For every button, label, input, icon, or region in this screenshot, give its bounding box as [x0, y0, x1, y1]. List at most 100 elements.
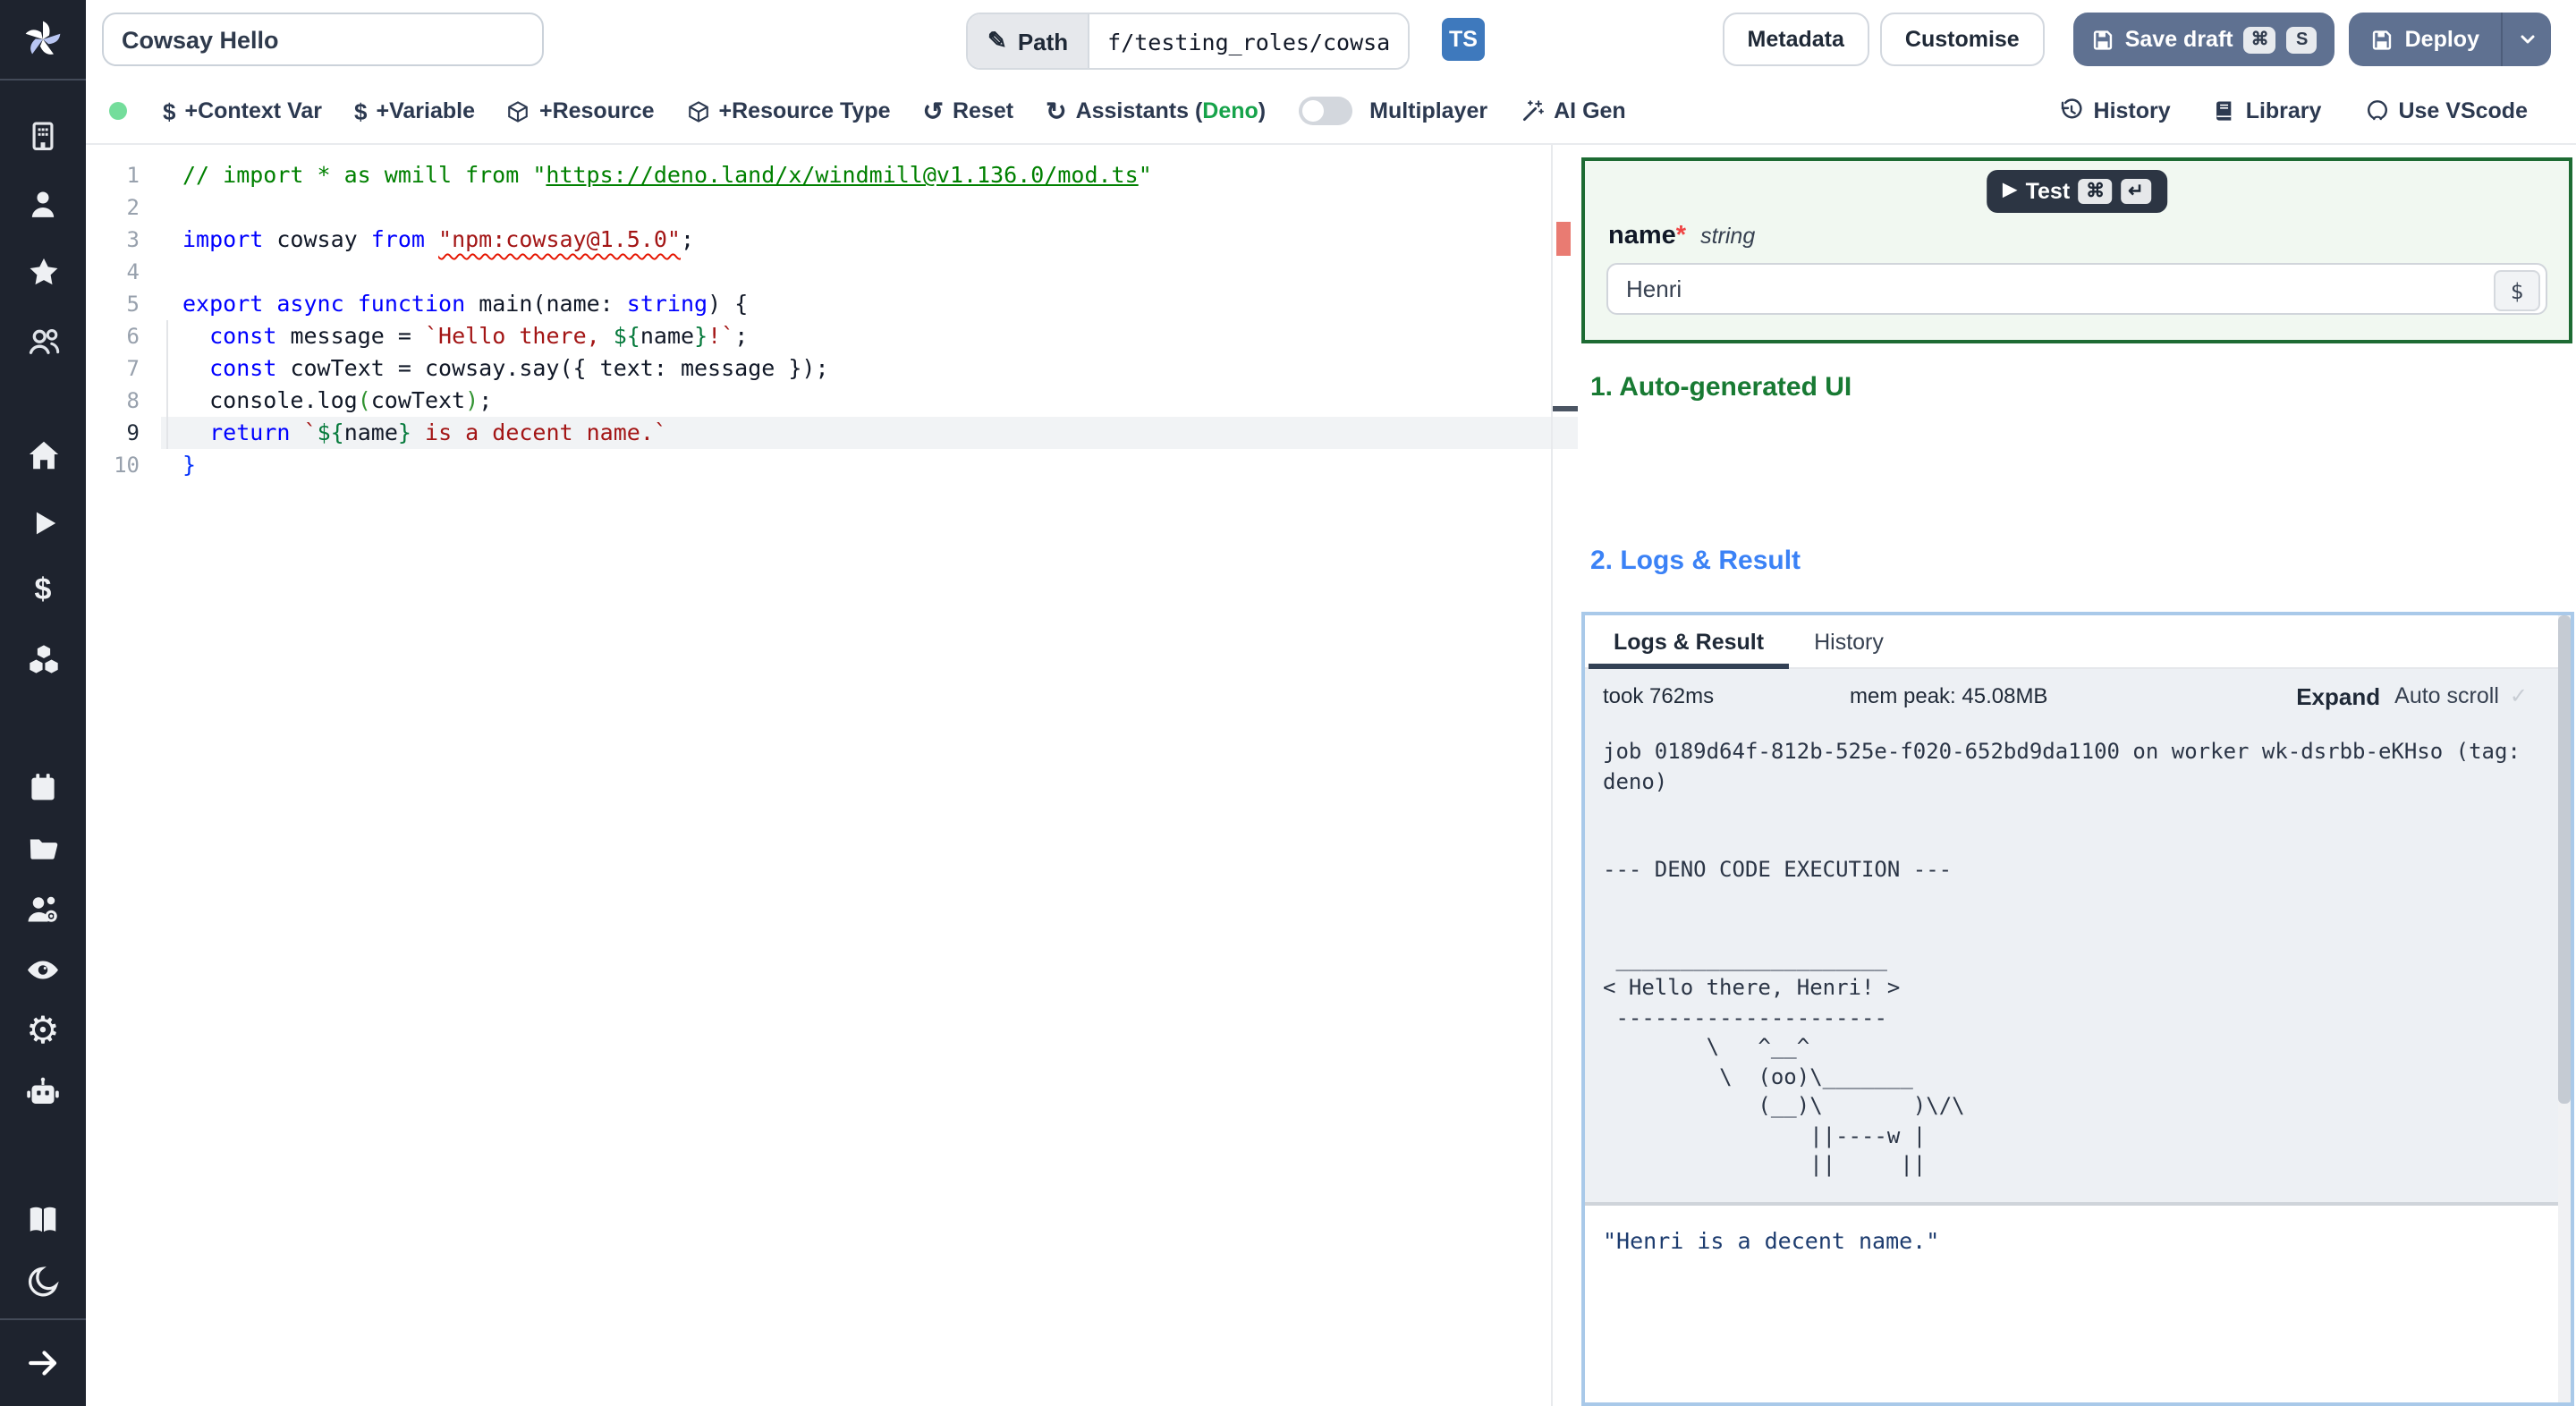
add-context-var-button[interactable]: $ +Context Var	[163, 97, 322, 124]
right-panel: ▶ Test ⌘ ↵ name* string $ 1. Auto-genera…	[1578, 145, 2576, 1406]
multiplayer-toggle[interactable]	[1298, 97, 1352, 125]
add-resource-label: +Resource	[538, 98, 655, 123]
kbd-cmd: ⌘	[2079, 179, 2113, 204]
sidebar: $ ⚙	[0, 0, 86, 1406]
run-stats-row: took 762ms mem peak: 45.08MB Expand Auto…	[1585, 669, 2571, 723]
deploy-split-button: Deploy	[2349, 13, 2551, 66]
sidebar-expand-button[interactable]	[0, 1320, 86, 1406]
sidebar-item-workers[interactable]	[0, 878, 86, 939]
sidebar-item-home[interactable]	[0, 420, 86, 488]
deploy-label: Deploy	[2404, 27, 2479, 52]
result-area[interactable]: "Henri is a decent name."	[1585, 1202, 2571, 1402]
result-value: "Henri is a decent name."	[1603, 1227, 1940, 1254]
wand-icon	[1522, 100, 1544, 122]
moon-icon	[27, 1266, 58, 1296]
scrollbar-thumb[interactable]	[2558, 615, 2571, 1104]
logs-scrollbar[interactable]	[2558, 615, 2571, 1402]
building-icon	[32, 122, 54, 150]
sidebar-item-runs[interactable]	[0, 488, 86, 556]
library-button[interactable]: Library	[2214, 98, 2322, 123]
customise-button[interactable]: Customise	[1879, 13, 2045, 66]
sidebar-item-resources[interactable]	[0, 624, 86, 692]
add-context-var-label: +Context Var	[184, 98, 322, 123]
reset-label: Reset	[953, 98, 1014, 123]
error-marker	[1556, 222, 1571, 256]
add-variable-button[interactable]: $ +Variable	[354, 97, 475, 124]
check-icon: ✓	[2509, 683, 2528, 708]
use-vscode-label: Use VScode	[2398, 98, 2528, 123]
add-resource-type-label: +Resource Type	[718, 98, 891, 123]
deploy-button[interactable]: Deploy	[2350, 13, 2501, 66]
vscode-icon	[2367, 100, 2387, 121]
test-button[interactable]: ▶ Test ⌘ ↵	[1987, 170, 2167, 213]
editor-right-border	[1551, 145, 1553, 1406]
metadata-button[interactable]: Metadata	[1722, 13, 1869, 66]
expand-button[interactable]: Expand	[2296, 682, 2380, 709]
add-resource-type-button[interactable]: +Resource Type	[687, 98, 891, 123]
save-draft-button[interactable]: Save draft ⌘ S	[2072, 13, 2335, 66]
sidebar-item-groups[interactable]	[0, 306, 86, 374]
sidebar-item-docs[interactable]	[0, 1190, 86, 1250]
assistants-button[interactable]: ↻ Assistants (Deno)	[1046, 98, 1266, 123]
script-title-input[interactable]	[102, 13, 544, 66]
mem-peak: mem peak: 45.08MB	[1850, 683, 2048, 708]
sidebar-item-user[interactable]	[0, 170, 86, 238]
add-variable-label: +Variable	[376, 98, 475, 123]
save-draft-label: Save draft	[2124, 27, 2233, 52]
arg-name-input[interactable]	[1606, 263, 2547, 315]
sidebar-item-settings[interactable]: ⚙	[0, 1000, 86, 1061]
deploy-dropdown-button[interactable]	[2503, 13, 2551, 66]
calendar-icon	[31, 774, 55, 800]
ai-gen-label: AI Gen	[1554, 98, 1626, 123]
editor-toolbar: $ +Context Var $ +Variable +Resource +Re…	[86, 79, 2576, 145]
dark-mode-toggle[interactable]	[0, 1250, 86, 1311]
sidebar-item-audit-logs[interactable]	[0, 939, 86, 1000]
log-output-area[interactable]: job 0189d64f-812b-525e-f020-652bd9da1100…	[1585, 723, 2571, 1202]
history-button[interactable]: History	[2060, 98, 2171, 123]
tab-logs-result[interactable]: Logs & Result	[1589, 615, 1790, 669]
sidebar-item-workspace[interactable]	[0, 102, 86, 170]
tab-history[interactable]: History	[1789, 615, 1909, 667]
save-icon	[2373, 30, 2392, 49]
gear-icon: ⚙	[26, 1010, 60, 1051]
section-logs-result: 2. Logs & Result	[1590, 546, 1801, 576]
pencil-icon: ✎	[987, 27, 1007, 54]
sidebar-item-folders[interactable]	[0, 817, 86, 878]
history-label: History	[2093, 98, 2171, 123]
arg-name-row: name* string	[1608, 222, 1755, 250]
ai-gen-button[interactable]: AI Gen	[1520, 98, 1626, 123]
path-button[interactable]: ✎ Path f/testing_roles/cowsa	[966, 13, 1411, 70]
arg-name-label: name*	[1608, 222, 1687, 250]
user-icon	[31, 191, 55, 217]
add-resource-button[interactable]: +Resource	[507, 98, 655, 123]
kbd-cmd: ⌘	[2243, 26, 2276, 53]
code-editor[interactable]: 1// import * as wmill from "https://deno…	[86, 145, 1578, 1406]
home-icon	[28, 440, 58, 469]
dollar-icon: $	[163, 97, 176, 124]
windmill-logo[interactable]	[0, 0, 86, 79]
sidebar-item-ai[interactable]	[0, 1061, 86, 1122]
path-value: f/testing_roles/cowsa	[1088, 14, 1409, 68]
library-label: Library	[2245, 98, 2322, 123]
kbd-enter: ↵	[2121, 179, 2151, 204]
autoscroll-toggle[interactable]: Auto scroll	[2394, 683, 2499, 708]
logs-panel: Logs & Result History took 762ms mem pea…	[1581, 612, 2574, 1406]
logs-tabs: Logs & Result History	[1585, 615, 2571, 669]
sidebar-item-schedules[interactable]	[0, 757, 86, 817]
path-label: Path	[1017, 28, 1069, 55]
robot-icon	[27, 1077, 59, 1104]
code-editor-lines: 1// import * as wmill from "https://deno…	[86, 159, 1578, 481]
variable-picker-button[interactable]: $	[2494, 270, 2540, 311]
arg-type-label: string	[1700, 224, 1756, 249]
editor-status-dot	[109, 102, 127, 120]
use-vscode-button[interactable]: Use VScode	[2364, 98, 2528, 123]
sidebar-item-favorites[interactable]	[0, 238, 86, 306]
app-window: $ ⚙ Cowsay Hello ✎ Path f/testing_roles/…	[0, 0, 2576, 1406]
arrow-right-icon	[29, 1351, 57, 1376]
windmill-logo-icon	[25, 21, 61, 55]
boxes-icon	[29, 644, 57, 673]
sidebar-item-variables[interactable]: $	[0, 556, 86, 624]
dollar-icon: $	[34, 572, 52, 606]
log-output: job 0189d64f-812b-525e-f020-652bd9da1100…	[1603, 739, 2521, 1177]
reset-button[interactable]: ↺ Reset	[923, 98, 1014, 123]
